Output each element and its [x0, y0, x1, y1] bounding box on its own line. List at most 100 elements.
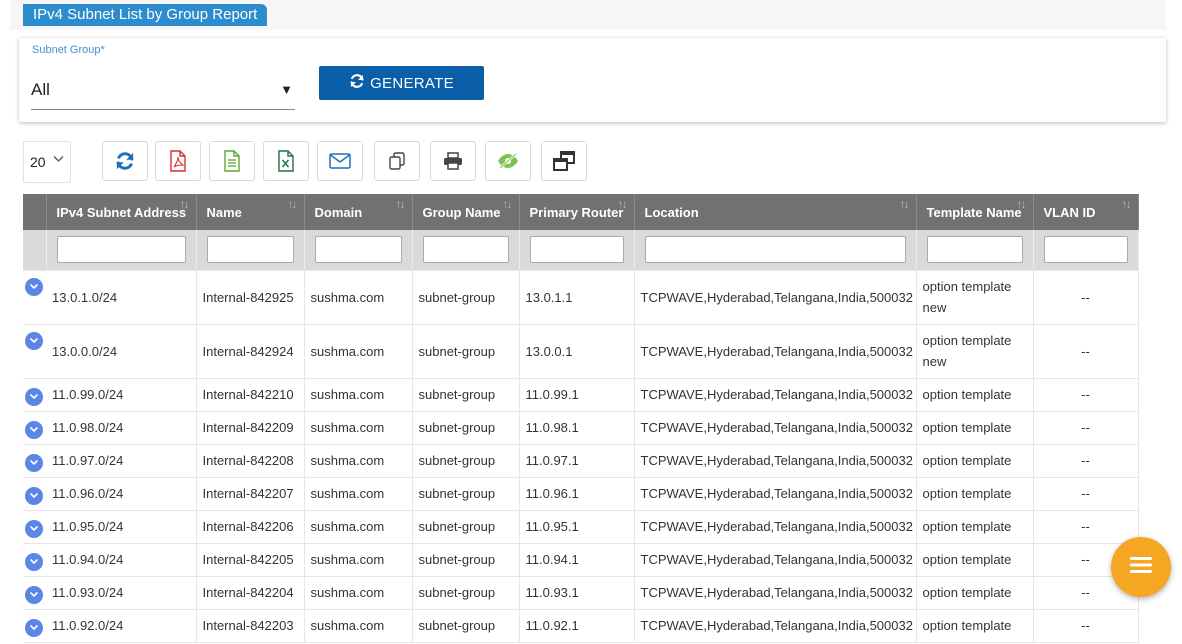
export-excel-button[interactable]	[263, 141, 309, 181]
cell-router: 13.0.0.1	[519, 324, 635, 379]
cell-group: subnet-group	[412, 411, 520, 445]
cell-name: Internal-842209	[196, 411, 305, 445]
refresh-icon	[349, 73, 365, 94]
cell-subnet: 11.0.92.0/24	[46, 609, 197, 643]
cell-subnet: 11.0.96.0/24	[46, 477, 197, 511]
col-header-router[interactable]: Primary Router ↑↓	[519, 194, 635, 230]
table-row[interactable]: 11.0.92.0/24 Internal-842203 sushma.com sub…	[23, 609, 1139, 643]
cell-router: 11.0.95.1	[519, 510, 635, 544]
cell-group: subnet-group	[412, 609, 520, 643]
cell-template: option template	[916, 477, 1034, 511]
location-filter-input[interactable]	[644, 236, 906, 264]
filter-cell	[196, 230, 305, 271]
table-row[interactable]: 11.0.99.0/24 Internal-842210 sushma.com sub…	[23, 378, 1139, 412]
expand-cell	[23, 543, 46, 577]
col-header-vlan[interactable]: VLAN ID ↑↓	[1033, 194, 1139, 230]
router-filter-input[interactable]	[529, 236, 624, 264]
cell-template: option template	[916, 411, 1034, 445]
filter-cell-empty	[23, 230, 47, 271]
expand-row-button[interactable]	[25, 585, 43, 604]
filter-cell	[46, 230, 197, 271]
cell-name: Internal-842208	[196, 444, 305, 478]
cell-domain: sushma.com	[304, 411, 413, 445]
expand-row-button[interactable]	[25, 331, 43, 350]
filter-cell	[1033, 230, 1139, 271]
page-size-select[interactable]: 20	[23, 141, 71, 183]
table-row[interactable]: 11.0.97.0/24 Internal-842208 sushma.com sub…	[23, 444, 1139, 478]
name-filter-input[interactable]	[206, 236, 294, 264]
email-button[interactable]	[317, 141, 363, 181]
table-row[interactable]: 11.0.94.0/24 Internal-842205 sushma.com sub…	[23, 543, 1139, 577]
cell-name: Internal-842925	[196, 270, 305, 325]
cell-router: 11.0.93.1	[519, 576, 635, 610]
cell-name: Internal-842210	[196, 378, 305, 412]
chevron-down-icon: ▼	[280, 82, 293, 97]
cell-group: subnet-group	[412, 477, 520, 511]
col-header-group[interactable]: Group Name ↑↓	[412, 194, 520, 230]
expand-row-button[interactable]	[25, 277, 43, 296]
col-header-name[interactable]: Name ↑↓	[196, 194, 305, 230]
export-pdf-button[interactable]	[155, 141, 201, 181]
cell-name: Internal-842204	[196, 576, 305, 610]
table-row[interactable]: 13.0.1.0/24 Internal-842925 sushma.com subn…	[23, 270, 1139, 325]
col-header-label: Template Name	[926, 204, 1022, 220]
cell-template: option template	[916, 576, 1034, 610]
col-header-template[interactable]: Template Name ↑↓	[916, 194, 1034, 230]
table-row[interactable]: 11.0.95.0/24 Internal-842206 sushma.com sub…	[23, 510, 1139, 544]
cell-domain: sushma.com	[304, 270, 413, 325]
expand-cell	[23, 576, 46, 610]
restore-window-button[interactable]	[541, 141, 587, 181]
cell-group: subnet-group	[412, 444, 520, 478]
print-button[interactable]	[430, 141, 476, 181]
subnet-table: IPv4 Subnet Address ↑↓ Name ↑↓ Domain ↑↓ Gr…	[23, 194, 1139, 643]
cell-domain: sushma.com	[304, 576, 413, 610]
cell-subnet: 11.0.97.0/24	[46, 444, 197, 478]
floating-menu-button[interactable]	[1111, 537, 1171, 597]
generate-button[interactable]: GENERATE	[319, 66, 484, 100]
export-csv-button[interactable]	[209, 141, 255, 181]
cell-vlan: --	[1033, 324, 1139, 379]
expand-row-button[interactable]	[25, 387, 43, 406]
cell-location: TCPWAVE,Hyderabad,Telangana,India,500032	[634, 378, 917, 412]
cell-location: TCPWAVE,Hyderabad,Telangana,India,500032	[634, 270, 917, 325]
cell-domain: sushma.com	[304, 609, 413, 643]
cell-domain: sushma.com	[304, 543, 413, 577]
cell-name: Internal-842205	[196, 543, 305, 577]
sort-icon: ↑↓	[179, 197, 190, 211]
expand-row-button[interactable]	[25, 486, 43, 505]
template-filter-input[interactable]	[926, 236, 1023, 264]
col-header-location[interactable]: Location ↑↓	[634, 194, 917, 230]
chevron-down-icon	[29, 591, 39, 598]
chevron-down-icon	[29, 525, 39, 532]
group-filter-input[interactable]	[422, 236, 509, 264]
expand-row-button[interactable]	[25, 519, 43, 538]
subnet-group-select[interactable]: All ▼	[31, 66, 295, 110]
chevron-down-icon	[29, 426, 39, 433]
pdf-icon	[169, 150, 187, 172]
table-row[interactable]: 13.0.0.0/24 Internal-842924 sushma.com subn…	[23, 324, 1139, 379]
cell-vlan: --	[1033, 378, 1139, 412]
domain-filter-input[interactable]	[314, 236, 402, 264]
cell-name: Internal-842206	[196, 510, 305, 544]
subnet-filter-input[interactable]	[56, 236, 186, 264]
chevron-down-icon	[29, 393, 39, 400]
expand-row-button[interactable]	[25, 552, 43, 571]
table-row[interactable]: 11.0.96.0/24 Internal-842207 sushma.com sub…	[23, 477, 1139, 511]
table-row[interactable]: 11.0.98.0/24 Internal-842209 sushma.com sub…	[23, 411, 1139, 445]
table-row[interactable]: 11.0.93.0/24 Internal-842204 sushma.com sub…	[23, 576, 1139, 610]
refresh-button[interactable]	[102, 141, 148, 181]
cell-template: option template	[916, 510, 1034, 544]
column-visibility-button[interactable]	[485, 141, 531, 181]
filter-cell	[412, 230, 520, 271]
expand-row-button[interactable]	[25, 618, 43, 637]
cell-location: TCPWAVE,Hyderabad,Telangana,India,500032	[634, 324, 917, 379]
expand-row-button[interactable]	[25, 453, 43, 472]
vlan-filter-input[interactable]	[1043, 236, 1128, 264]
copy-button[interactable]	[374, 141, 420, 181]
col-header-subnet[interactable]: IPv4 Subnet Address ↑↓	[46, 194, 197, 230]
expand-cell	[23, 444, 46, 478]
chevron-down-icon	[29, 492, 39, 499]
col-header-domain[interactable]: Domain ↑↓	[304, 194, 413, 230]
expand-row-button[interactable]	[25, 420, 43, 439]
cell-domain: sushma.com	[304, 510, 413, 544]
